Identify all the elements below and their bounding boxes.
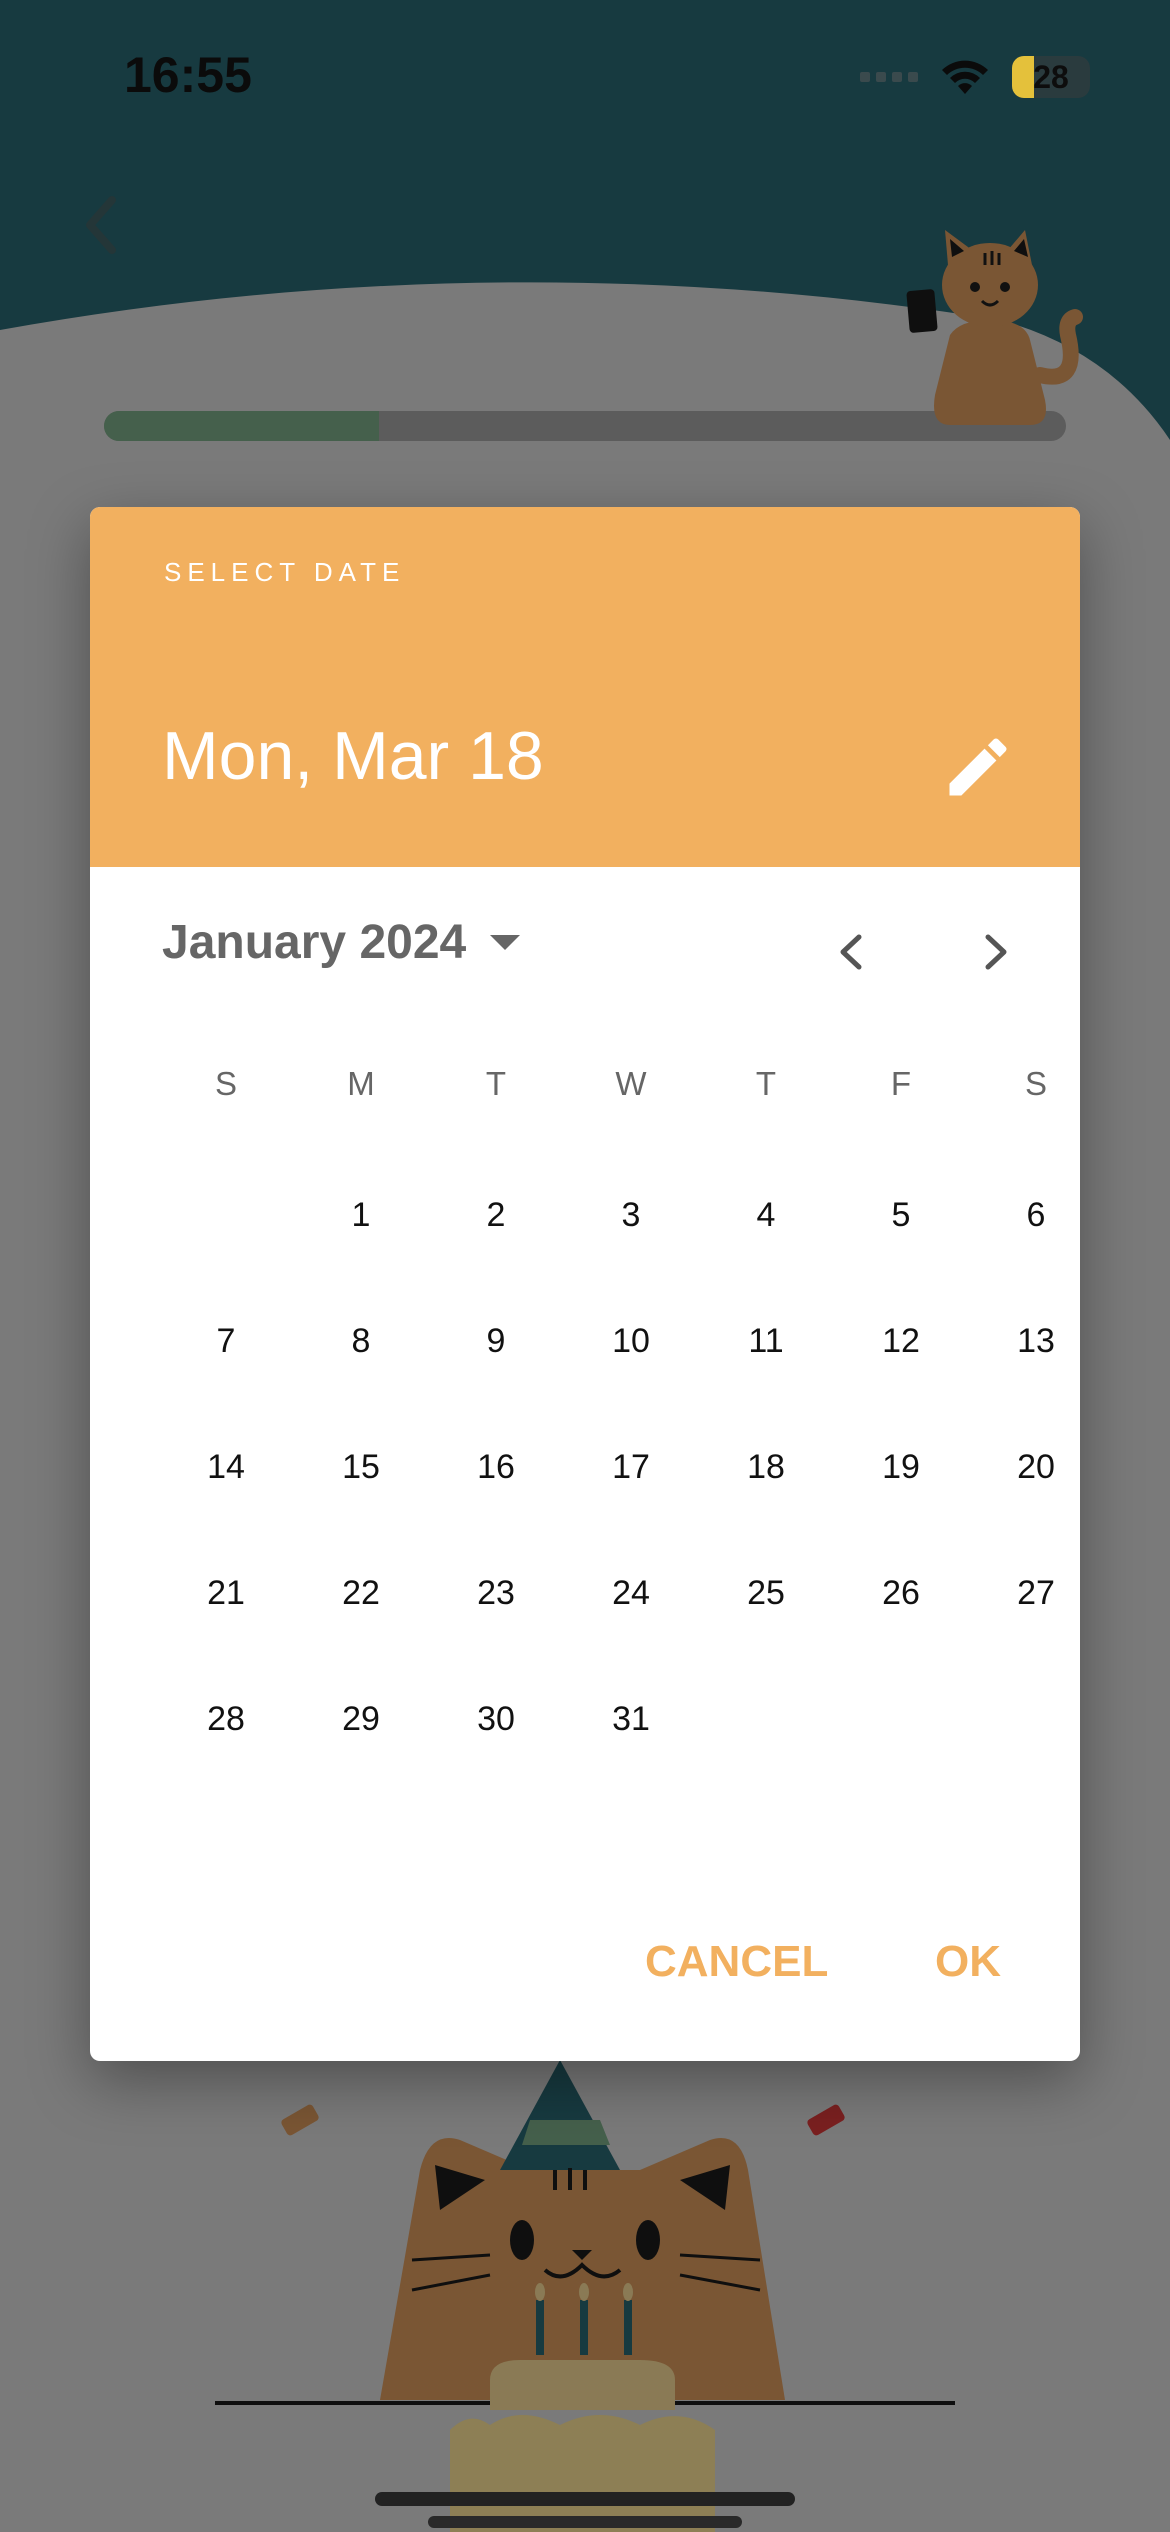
- weekday-label: M: [347, 1065, 375, 1102]
- calendar-day[interactable]: 14: [176, 1427, 276, 1507]
- calendar-day[interactable]: 5: [851, 1175, 951, 1255]
- calendar-day[interactable]: 31: [581, 1679, 681, 1759]
- weekday-label: F: [890, 1065, 912, 1102]
- battery-icon: 28: [1012, 56, 1090, 98]
- calendar-day[interactable]: 22: [311, 1553, 411, 1633]
- calendar-day[interactable]: 29: [311, 1679, 411, 1759]
- month-year-label: January 2024: [162, 916, 467, 969]
- edit-button[interactable]: [940, 729, 1016, 805]
- weekday-label: T: [485, 1065, 507, 1102]
- calendar-day[interactable]: 25: [716, 1553, 816, 1633]
- calendar-day[interactable]: 4: [716, 1175, 816, 1255]
- date-picker-header: SELECT DATE Mon, Mar 18: [90, 507, 1080, 867]
- calendar-day[interactable]: 6: [986, 1175, 1080, 1255]
- calendar-day[interactable]: 9: [446, 1301, 546, 1381]
- chevron-left-icon: [840, 934, 862, 970]
- calendar-day[interactable]: 3: [581, 1175, 681, 1255]
- home-indicator: [375, 2492, 795, 2506]
- weekday-label: S: [214, 1065, 237, 1102]
- status-icons: 28: [860, 52, 1090, 102]
- progress-fill: [104, 411, 380, 441]
- calendar-day[interactable]: 15: [311, 1427, 411, 1507]
- cancel-button[interactable]: CANCEL: [645, 1937, 828, 1987]
- next-month-button[interactable]: [960, 917, 1030, 987]
- arrow-drop-down-icon: [490, 934, 521, 950]
- calendar-day[interactable]: 10: [581, 1301, 681, 1381]
- calendar-day[interactable]: 21: [176, 1553, 276, 1633]
- back-button[interactable]: [72, 190, 132, 260]
- weekday-label: T: [755, 1065, 777, 1102]
- calendar-day[interactable]: 2: [446, 1175, 546, 1255]
- weekday-label: S: [1024, 1065, 1047, 1102]
- calendar-day[interactable]: 1: [311, 1175, 411, 1255]
- date-picker-dialog: SELECT DATE Mon, Mar 18 January 2024 S M T…: [90, 507, 1080, 2061]
- calendar-day[interactable]: 30: [446, 1679, 546, 1759]
- calendar-day[interactable]: 24: [581, 1553, 681, 1633]
- calendar-day[interactable]: 19: [851, 1427, 951, 1507]
- selected-date-label: Mon, Mar 18: [162, 718, 544, 794]
- calendar-day[interactable]: 8: [311, 1301, 411, 1381]
- calendar-day[interactable]: 28: [176, 1679, 276, 1759]
- calendar-day[interactable]: 16: [446, 1427, 546, 1507]
- cat-phone-illustration: [906, 230, 1083, 425]
- calendar-day[interactable]: 20: [986, 1427, 1080, 1507]
- calendar-day[interactable]: 17: [581, 1427, 681, 1507]
- dialog-actions: CANCEL OK: [90, 1937, 1080, 2027]
- month-navigation: January 2024: [90, 867, 1080, 1027]
- battery-level: 28: [1033, 58, 1069, 95]
- cellular-signal-icon: [860, 72, 918, 82]
- calendar-day[interactable]: 11: [716, 1301, 816, 1381]
- pencil-icon: [949, 738, 1007, 796]
- birthday-cat-illustration: [215, 2060, 955, 2532]
- calendar-day[interactable]: 27: [986, 1553, 1080, 1633]
- chevron-left-icon: [86, 196, 116, 254]
- previous-month-button[interactable]: [817, 917, 887, 987]
- weekday-label: W: [615, 1065, 647, 1102]
- home-indicator-shadow: [428, 2516, 742, 2528]
- calendar-day[interactable]: 13: [986, 1301, 1080, 1381]
- month-year-selector[interactable]: January 2024: [162, 915, 522, 970]
- ok-button[interactable]: OK: [935, 1937, 1001, 1987]
- weekday-header-row: SMTWTFS: [136, 1065, 1080, 1125]
- chevron-right-icon: [985, 934, 1007, 970]
- calendar-day[interactable]: 7: [176, 1301, 276, 1381]
- calendar-day[interactable]: 23: [446, 1553, 546, 1633]
- status-time: 16:55: [124, 47, 252, 103]
- calendar-day[interactable]: 12: [851, 1301, 951, 1381]
- dialog-overline: SELECT DATE: [164, 557, 406, 587]
- wifi-icon: [942, 60, 988, 94]
- calendar-day[interactable]: 18: [716, 1427, 816, 1507]
- calendar-day[interactable]: 26: [851, 1553, 951, 1633]
